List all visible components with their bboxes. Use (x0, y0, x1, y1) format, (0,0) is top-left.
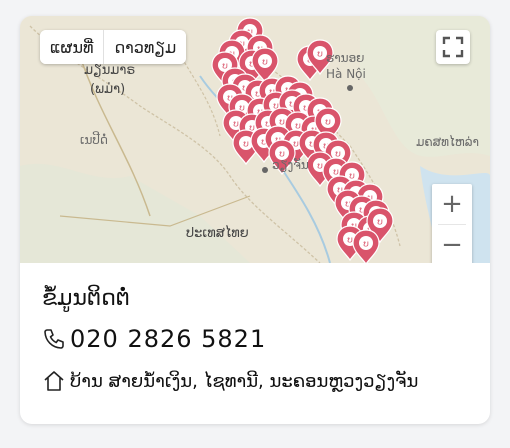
map-view[interactable]: ບບບບບບບບບບບບບບບບບບບບບບບບບບບບບບບບບບບບບບບບ… (20, 16, 490, 263)
home-icon (42, 367, 70, 395)
fullscreen-button[interactable] (436, 30, 470, 64)
map-label-naypyidaw: ເນປີດໍ່ (80, 133, 108, 147)
address-row: ບ້ານ ສາຍນ້ຳເງິນ, ໄຊທານີ, ນະຄອນຫຼວງວຽງຈັນ (42, 367, 482, 395)
contact-info: ຂໍ້ມູນຕິດຕໍ່ 020 2826 5821 ບ້ານ ສາຍນ້ຳເງ… (42, 286, 482, 395)
contact-title: ຂໍ້ມູນຕິດຕໍ່ (42, 286, 130, 311)
phone-row[interactable]: 020 2826 5821 (42, 325, 482, 353)
svg-text:ບ: ບ (262, 58, 268, 68)
zoom-control: + − (432, 184, 472, 263)
contact-card: ບບບບບບບບບບບບບບບບບບບບບບບບບບບບບບບບບບບບບບບບ… (20, 16, 490, 424)
map-type-roadmap-button[interactable]: ແຜນທີ່ (40, 30, 104, 64)
address-text: ບ້ານ ສາຍນ້ຳເງິນ, ໄຊທານີ, ນະຄອນຫຼວງວຽງຈັນ (70, 370, 419, 392)
svg-text:ບ: ບ (347, 236, 353, 246)
svg-text:ບ: ບ (377, 218, 383, 228)
map-label-hanoi: Hà Nội (326, 67, 366, 81)
map-label-hanoi-lao: ຮານອຍ (326, 51, 365, 65)
svg-text:ບ: ບ (243, 140, 249, 150)
phone-number[interactable]: 020 2826 5821 (70, 325, 266, 353)
fullscreen-icon (442, 36, 464, 58)
map-label-myanmar-paren: (ພມ່າ) (90, 82, 126, 97)
map-marker[interactable]: ບ (352, 229, 380, 263)
svg-text:ບ: ບ (233, 120, 239, 130)
phone-icon (42, 325, 70, 353)
map-label-thailand: ປະເທສໄທຍ (186, 226, 249, 241)
map-label-gulf: ມຄສທໄຫລ່າ (416, 135, 479, 149)
map-label-myanmar: ມຽນມາຣ (84, 63, 136, 78)
svg-text:ບ: ບ (363, 240, 369, 250)
zoom-in-button[interactable]: + (432, 184, 472, 224)
map-label-vientiane: ວຽງຈັນ (272, 158, 309, 172)
map-type-control: ແຜນທີ່ ດາວທຽມ (40, 30, 187, 64)
zoom-out-button[interactable]: − (432, 225, 472, 263)
svg-text:ບ: ບ (325, 118, 331, 128)
map-type-satellite-button[interactable]: ດາວທຽມ (104, 30, 187, 64)
svg-text:ບ: ບ (317, 50, 323, 60)
svg-text:ບ: ບ (317, 162, 323, 172)
